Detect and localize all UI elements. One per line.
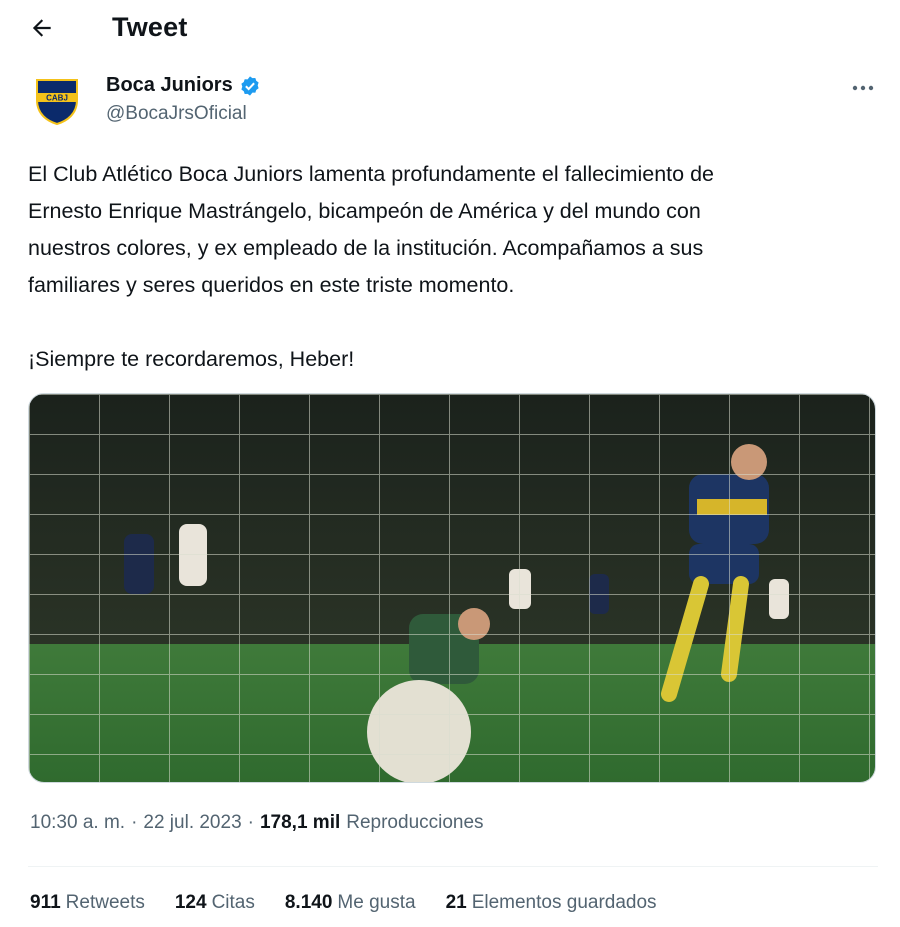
back-button[interactable] xyxy=(22,10,62,50)
arrow-left-icon xyxy=(29,15,55,46)
tweet-photo[interactable] xyxy=(28,393,876,783)
display-name[interactable]: Boca Juniors xyxy=(106,74,233,97)
stat-quotes[interactable]: 124 Citas xyxy=(175,892,255,914)
stat-count: 8.140 xyxy=(284,892,333,913)
views-count: 178,1 mil xyxy=(259,812,341,833)
verified-badge-icon xyxy=(239,75,261,97)
crest-text: CABJ xyxy=(46,94,68,103)
more-dots-icon xyxy=(852,78,874,96)
stat-count: 911 xyxy=(30,892,61,913)
stat-bookmarks[interactable]: 21 Elementos guardados xyxy=(446,892,657,914)
stat-label: Elementos guardados xyxy=(471,892,657,913)
stat-retweets[interactable]: 911 Retweets xyxy=(30,892,145,914)
stat-count: 124 xyxy=(174,892,207,913)
tweet-closing-line: ¡Siempre te recordaremos, Heber! xyxy=(28,347,355,371)
tweet-line: nuestros colores, y ex empleado de la in… xyxy=(28,236,704,260)
stat-label: Retweets xyxy=(65,892,145,913)
stat-count: 21 xyxy=(445,892,467,913)
more-options-button[interactable] xyxy=(846,72,880,102)
tweet-line: Ernesto Enrique Mastrángelo, bicampeón d… xyxy=(28,199,701,223)
tweet-meta: 10:30 a. m. · 22 jul. 2023 · 178,1 mil R… xyxy=(30,812,484,834)
avatar[interactable]: CABJ xyxy=(30,74,84,128)
stat-likes[interactable]: 8.140 Me gusta xyxy=(285,892,416,914)
tweet-line: familiares y seres queridos en este tris… xyxy=(28,273,515,297)
page-title: Tweet xyxy=(112,12,188,42)
meta-separator: · xyxy=(247,812,254,833)
tweet-line: El Club Atlético Boca Juniors lamenta pr… xyxy=(28,162,714,186)
views-label: Reproducciones xyxy=(346,812,484,833)
user-handle[interactable]: @BocaJrsOficial xyxy=(106,103,261,125)
stat-label: Citas xyxy=(211,892,255,913)
boca-crest-icon: CABJ xyxy=(36,79,78,126)
divider xyxy=(28,866,878,867)
tweet-author: CABJ Boca Juniors @BocaJrsOficial xyxy=(30,70,880,134)
engagement-stats: 911 Retweets 124 Citas 8.140 Me gusta 21 Ele… xyxy=(30,892,657,914)
meta-separator: · xyxy=(131,812,138,833)
tweet-date[interactable]: 22 jul. 2023 xyxy=(143,812,241,834)
stat-label: Me gusta xyxy=(337,892,416,913)
tweet-time[interactable]: 10:30 a. m. xyxy=(30,812,125,834)
tweet-text: El Club Atlético Boca Juniors lamenta pr… xyxy=(28,156,878,378)
top-bar: Tweet xyxy=(0,0,900,58)
